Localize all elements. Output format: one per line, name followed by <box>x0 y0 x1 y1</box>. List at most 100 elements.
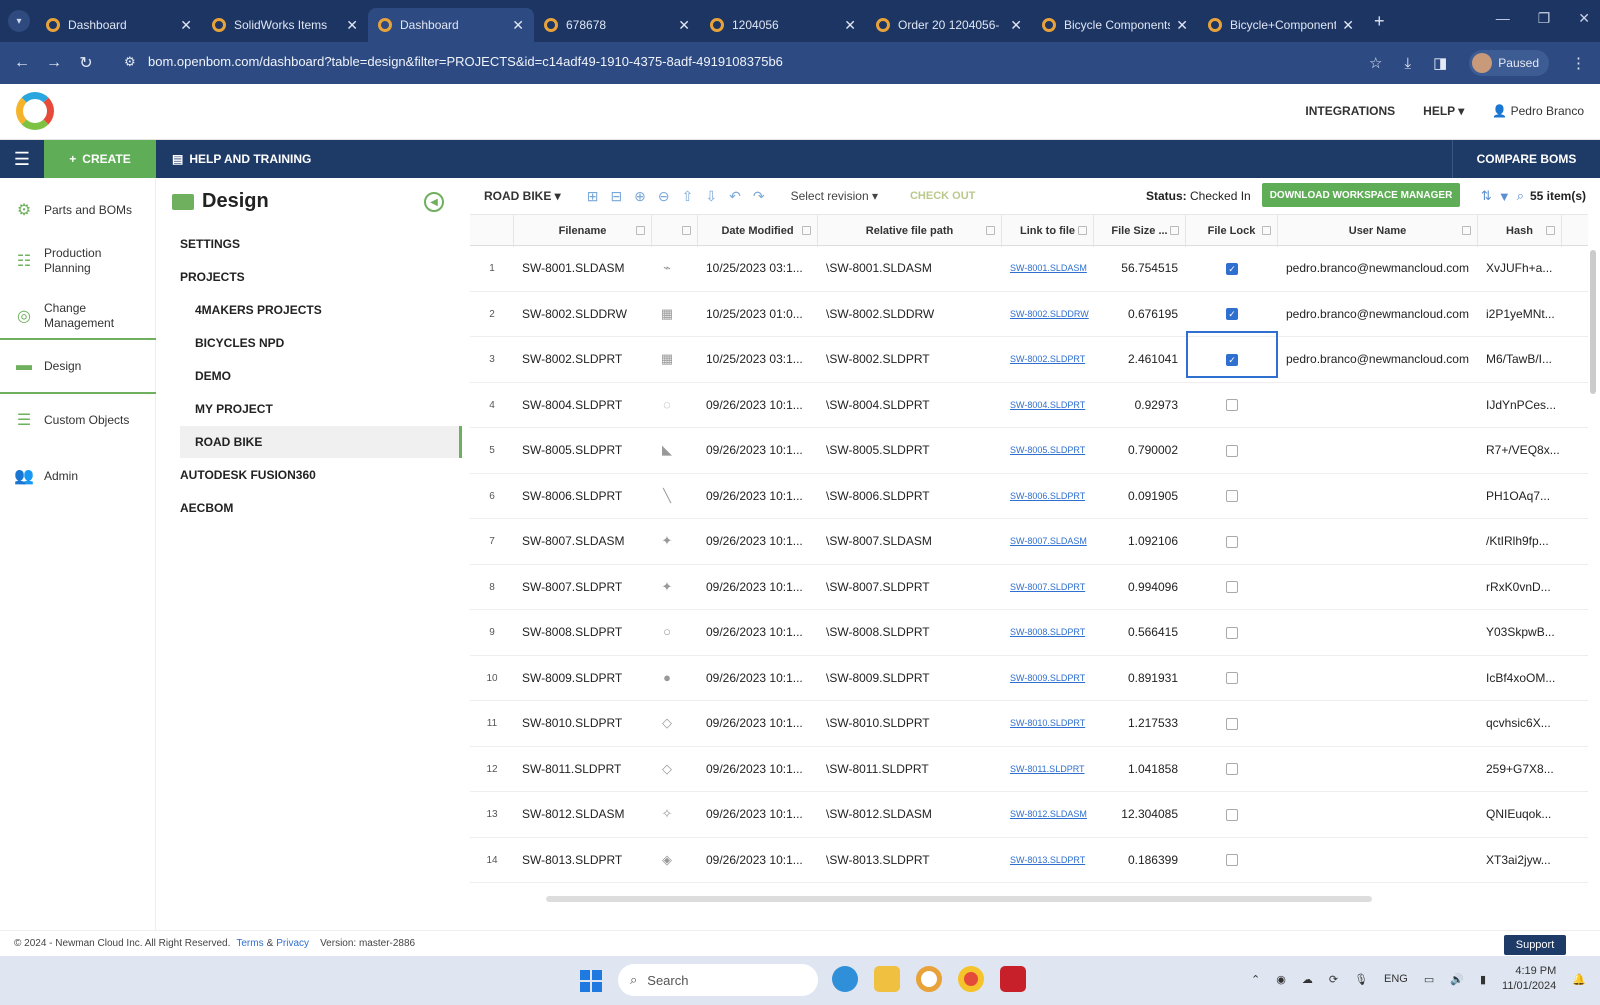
column-menu-icon[interactable] <box>986 226 995 235</box>
file-size-cell[interactable]: 0.091905 <box>1094 474 1186 519</box>
tab-close-icon[interactable]: ✕ <box>1176 17 1188 34</box>
column-menu-icon[interactable] <box>1546 226 1555 235</box>
file-size-cell[interactable]: 12.304085 <box>1094 792 1186 837</box>
file-size-cell[interactable]: 0.994096 <box>1094 565 1186 610</box>
settings-link[interactable]: SETTINGS <box>180 237 240 251</box>
thumbnail-cell[interactable]: ● <box>652 656 698 701</box>
hierarchy-icon[interactable]: ⊞ <box>587 188 599 205</box>
hash-cell[interactable]: 259+G7X8... <box>1478 747 1562 792</box>
url-field[interactable]: bom.openbom.com/dashboard?table=design&f… <box>148 54 783 69</box>
hash-cell[interactable]: /KtIRlh9fp... <box>1478 519 1562 564</box>
back-icon[interactable]: ← <box>6 54 38 72</box>
tab-close-icon[interactable]: ✕ <box>1342 17 1354 34</box>
support-button[interactable]: Support <box>1504 935 1566 955</box>
relative-path-cell[interactable]: \SW-8006.SLDPRT <box>818 474 1002 519</box>
user-name-cell[interactable] <box>1278 838 1478 883</box>
autodesk-fusion-link[interactable]: AUTODESK FUSION360 <box>180 468 316 482</box>
file-lock-checkbox[interactable] <box>1226 672 1238 685</box>
relative-path-cell[interactable]: \SW-8007.SLDASM <box>818 519 1002 564</box>
thumbnail-cell[interactable]: ╲ <box>652 474 698 519</box>
filename-cell[interactable]: SW-8002.SLDPRT <box>514 337 652 382</box>
user-name-cell[interactable] <box>1278 610 1478 655</box>
sidebar-item-custom-objects[interactable]: ☰ Custom Objects <box>0 400 156 440</box>
file-lock-checkbox[interactable] <box>1226 763 1238 776</box>
language-indicator[interactable]: ENG <box>1384 973 1408 985</box>
column-menu-icon[interactable] <box>682 226 691 235</box>
tab-close-icon[interactable]: ✕ <box>844 17 856 34</box>
date-modified-cell[interactable]: 10/25/2023 01:0... <box>698 292 818 337</box>
taskbar-clock[interactable]: 4:19 PM 11/01/2024 <box>1502 964 1556 994</box>
browser-tab[interactable]: SolidWorks Items ✕ <box>202 8 368 42</box>
help-menu[interactable]: HELP ▾ <box>1423 104 1464 118</box>
project-4makers[interactable]: 4MAKERS PROJECTS <box>195 303 322 317</box>
header-link-to-file[interactable]: Link to file <box>1002 215 1094 247</box>
hash-cell[interactable]: R7+/VEQ8x... <box>1478 428 1562 473</box>
header-date-modified[interactable]: Date Modified <box>698 215 818 247</box>
relative-path-cell[interactable]: \SW-8004.SLDPRT <box>818 383 1002 428</box>
network-icon[interactable]: ▭ <box>1424 973 1434 986</box>
link-to-file[interactable]: SW-8007.SLDPRT <box>1002 565 1094 610</box>
table-row[interactable]: 6 SW-8006.SLDPRT ╲ 09/26/2023 10:1... \SW-80… <box>470 474 1588 519</box>
link-to-file[interactable]: SW-8012.SLDASM <box>1002 792 1094 837</box>
file-lock-cell[interactable]: ✓ <box>1186 246 1278 291</box>
volume-icon[interactable]: 🔊 <box>1450 973 1464 986</box>
privacy-link[interactable]: Privacy <box>276 938 309 949</box>
new-tab-button[interactable]: + <box>1374 11 1385 32</box>
sidebar-item-production-planning[interactable]: ☷ Production Planning <box>0 238 156 284</box>
table-row[interactable]: 11 SW-8010.SLDPRT ◇ 09/26/2023 10:1... \SW-8… <box>470 701 1588 747</box>
hash-cell[interactable]: rRxK0vnD... <box>1478 565 1562 610</box>
help-training-button[interactable]: ▤ HELP AND TRAINING <box>172 152 311 166</box>
horizontal-scrollbar[interactable] <box>546 896 1372 902</box>
file-size-cell[interactable]: 0.676195 <box>1094 292 1186 337</box>
file-size-cell[interactable]: 0.891931 <box>1094 656 1186 701</box>
header-relative-path[interactable]: Relative file path <box>818 215 1002 247</box>
file-size-cell[interactable]: 1.041858 <box>1094 747 1186 792</box>
compare-boms-button[interactable]: COMPARE BOMS <box>1452 140 1600 178</box>
thumbnail-cell[interactable]: ▦ <box>652 337 698 382</box>
filename-cell[interactable]: SW-8009.SLDPRT <box>514 656 652 701</box>
terms-link[interactable]: Terms <box>236 938 263 949</box>
browser-tab[interactable]: Bicycle+Component ✕ <box>1198 8 1364 42</box>
relative-path-cell[interactable]: \SW-8012.SLDASM <box>818 792 1002 837</box>
date-modified-cell[interactable]: 10/25/2023 03:1... <box>698 337 818 382</box>
projects-link[interactable]: PROJECTS <box>180 270 245 284</box>
column-menu-icon[interactable] <box>1170 226 1179 235</box>
openbom-app-icon[interactable] <box>916 966 942 992</box>
table-row[interactable]: 13 SW-8012.SLDASM ✧ 09/26/2023 10:1... \SW-8… <box>470 792 1588 838</box>
hash-cell[interactable]: PH1OAq7... <box>1478 474 1562 519</box>
project-selector[interactable]: ROAD BIKE ▾ <box>484 189 561 203</box>
date-modified-cell[interactable]: 09/26/2023 10:1... <box>698 474 818 519</box>
link-to-file[interactable]: SW-8010.SLDPRT <box>1002 701 1094 746</box>
date-modified-cell[interactable]: 09/26/2023 10:1... <box>698 747 818 792</box>
relative-path-cell[interactable]: \SW-8002.SLDPRT <box>818 337 1002 382</box>
taskbar-search[interactable]: ⌕ Search <box>618 964 818 996</box>
file-lock-cell[interactable] <box>1186 383 1278 428</box>
column-menu-icon[interactable] <box>1262 226 1271 235</box>
file-lock-cell[interactable] <box>1186 565 1278 610</box>
user-name-cell[interactable] <box>1278 383 1478 428</box>
hash-cell[interactable]: qcvhsic6X... <box>1478 701 1562 746</box>
header-file-size[interactable]: File Size ... <box>1094 215 1186 247</box>
integrations-link[interactable]: INTEGRATIONS <box>1305 104 1395 118</box>
relative-path-cell[interactable]: \SW-8013.SLDPRT <box>818 838 1002 883</box>
minimize-icon[interactable]: — <box>1496 10 1510 27</box>
sidebar-item-admin[interactable]: 👥 Admin <box>0 456 156 496</box>
table-row[interactable]: 4 SW-8004.SLDPRT ◌ 09/26/2023 10:1... \SW-80… <box>470 383 1588 428</box>
date-modified-cell[interactable]: 10/25/2023 03:1... <box>698 246 818 291</box>
filename-cell[interactable]: SW-8005.SLDPRT <box>514 428 652 473</box>
column-menu-icon[interactable] <box>636 226 645 235</box>
relative-path-cell[interactable]: \SW-8009.SLDPRT <box>818 656 1002 701</box>
add-column-icon[interactable]: ⊕ <box>634 188 646 205</box>
browser-tab[interactable]: Bicycle Components ✕ <box>1032 8 1198 42</box>
header-filename[interactable]: Filename <box>514 215 652 247</box>
tab-close-icon[interactable]: ✕ <box>512 17 524 34</box>
bookmark-star-icon[interactable]: ☆ <box>1369 54 1382 72</box>
filename-cell[interactable]: SW-8007.SLDPRT <box>514 565 652 610</box>
filename-cell[interactable]: SW-8002.SLDDRW <box>514 292 652 337</box>
filename-cell[interactable]: SW-8001.SLDASM <box>514 246 652 291</box>
sidebar-item-change-management[interactable]: ◎ Change Management <box>0 292 156 340</box>
profile-button[interactable]: Paused <box>1469 50 1549 76</box>
browser-tab[interactable]: Dashboard ✕ <box>36 8 202 42</box>
filename-cell[interactable]: SW-8006.SLDPRT <box>514 474 652 519</box>
user-name-cell[interactable] <box>1278 474 1478 519</box>
